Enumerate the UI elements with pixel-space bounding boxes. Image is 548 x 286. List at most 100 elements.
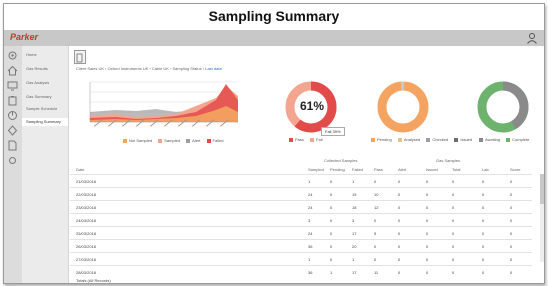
column-header[interactable]: Pending — [330, 167, 345, 172]
value-cell: 0 — [374, 179, 377, 184]
value-cell: 24 — [308, 231, 313, 236]
legend-label[interactable]: Alert — [192, 138, 200, 143]
shield-icon[interactable] — [7, 125, 18, 136]
column-header[interactable]: Pass — [374, 167, 383, 172]
area-chart-legend: Not Sampled Sampled Alert Failed — [118, 138, 223, 143]
value-cell: 0 — [426, 231, 429, 236]
legend-swatch — [371, 137, 375, 142]
completion-donut[interactable] — [476, 80, 530, 134]
legend-label[interactable]: Complete — [512, 137, 529, 142]
value-cell: 3 — [308, 218, 311, 223]
value-cell: 0 — [426, 244, 429, 249]
breadcrumb-item[interactable]: Sampling Status — [173, 66, 202, 71]
column-header[interactable]: Failed — [352, 167, 363, 172]
breadcrumb-item[interactable]: Cabin UK — [152, 66, 169, 71]
sidebar-item-sample-schedule[interactable]: Sample Schedule — [26, 106, 66, 111]
sidebar-item-home[interactable]: Home — [26, 52, 66, 57]
legend-label[interactable]: Pending — [377, 137, 392, 142]
clipboard-icon[interactable] — [7, 95, 18, 106]
chart-icon[interactable] — [7, 110, 18, 121]
value-cell: 0 — [330, 231, 333, 236]
value-cell: 0 — [452, 244, 455, 249]
gear-icon[interactable] — [7, 50, 18, 61]
legend-label[interactable]: Failed — [213, 138, 224, 143]
date-cell: 27/03/2018 — [76, 257, 97, 262]
legend-label[interactable]: Fail — [316, 137, 322, 142]
user-icon[interactable] — [526, 32, 538, 44]
report-button[interactable] — [74, 50, 86, 64]
monitor-icon[interactable] — [7, 80, 18, 91]
value-cell: 0 — [482, 205, 485, 210]
sidebar-item-gas-results[interactable]: Gas Results — [26, 66, 66, 71]
value-cell: 0 — [398, 192, 401, 197]
legend-label[interactable]: Awaiting — [485, 137, 500, 142]
value-cell: 0 — [330, 205, 333, 210]
value-cell: 0 — [452, 218, 455, 223]
settings-icon[interactable] — [7, 155, 18, 166]
column-header[interactable]: Score — [510, 167, 520, 172]
value-cell: 0 — [482, 231, 485, 236]
table-row[interactable]: 24/03/2018 3 0 3 0 0 0 0 0 0 — [70, 213, 532, 227]
donut-tooltip: Fail 39% — [321, 127, 345, 136]
table-row[interactable]: 25/03/2018 24 0 17 5 0 0 0 0 0 — [70, 226, 532, 240]
value-cell: 0 — [452, 231, 455, 236]
value-cell: 0 — [398, 257, 401, 262]
legend-label[interactable]: Issued — [460, 137, 472, 142]
sidebar-item-gas-analysis[interactable]: Gas Analysis — [26, 80, 66, 85]
legend-label[interactable]: Not Sampled — [129, 138, 152, 143]
date-cell: 24/03/2018 — [76, 218, 97, 223]
table-row[interactable]: 26/03/2018 36 0 20 0 0 0 0 0 0 — [70, 239, 532, 253]
home-icon[interactable] — [7, 65, 18, 76]
table-row[interactable]: 21/03/2018 1 0 1 0 0 0 0 0 0 — [70, 174, 532, 188]
value-cell: 18 — [352, 205, 357, 210]
value-cell: 36 — [308, 270, 313, 275]
value-cell: 1 — [308, 257, 311, 262]
column-header[interactable]: Date — [76, 167, 84, 172]
value-cell: 0 — [510, 244, 513, 249]
column-header[interactable]: Total — [452, 167, 460, 172]
brand-logo[interactable]: Parker — [10, 32, 38, 42]
legend-swatch — [426, 137, 431, 142]
document-icon[interactable] — [7, 140, 18, 151]
value-cell: 0 — [398, 218, 401, 223]
value-cell: 0 — [510, 231, 513, 236]
value-cell: 24 — [308, 205, 313, 210]
legend-label[interactable]: Sampled — [164, 138, 180, 143]
column-header[interactable]: Issued — [426, 167, 438, 172]
legend-label[interactable]: Pass — [295, 137, 304, 142]
title-bar: Sampling Summary — [4, 4, 544, 30]
column-header[interactable]: Alert — [398, 167, 406, 172]
column-header[interactable]: Lab — [482, 167, 489, 172]
breadcrumb-item[interactable]: Oxford Instruments UK — [108, 66, 149, 71]
legend-swatch — [158, 138, 163, 143]
value-cell: 10 — [374, 192, 379, 197]
value-cell: 24 — [308, 192, 313, 197]
table-row[interactable]: 27/03/2018 1 0 1 0 0 0 0 0 0 — [70, 252, 532, 266]
breadcrumb-item[interactable]: Client Sales UK — [76, 66, 104, 71]
legend-swatch — [310, 137, 315, 142]
value-cell: 0 — [398, 205, 401, 210]
breadcrumb: Client Sales UK › Oxford Instruments UK … — [76, 66, 222, 71]
sidebar-item-gas-summary[interactable]: Gas Summary — [26, 94, 66, 99]
legend-label[interactable]: Analysed — [404, 137, 420, 142]
sidebar-icon-strip — [4, 46, 22, 283]
quality-donut[interactable] — [376, 80, 430, 134]
table-row[interactable]: 22/03/2018 24 0 15 10 0 0 0 0 0 — [70, 187, 532, 201]
legend-label[interactable]: Checked — [432, 137, 448, 142]
scrollbar-thumb[interactable] — [540, 174, 544, 204]
date-cell: 26/03/2018 — [76, 244, 97, 249]
value-cell: 0 — [510, 205, 513, 210]
value-cell: 0 — [482, 192, 485, 197]
value-cell: 0 — [452, 257, 455, 262]
value-cell: 0 — [482, 244, 485, 249]
value-cell: 1 — [352, 257, 355, 262]
column-header[interactable]: Sampled — [308, 167, 324, 172]
sidebar: Home Gas Results Gas Analysis Gas Summar… — [4, 46, 69, 283]
sidebar-item-sampling-summary[interactable]: Sampling Summary — [22, 118, 68, 126]
breadcrumb-link[interactable]: Last data — [205, 66, 221, 71]
table-row[interactable]: 23/03/2018 24 0 18 12 0 0 0 0 0 — [70, 200, 532, 214]
table-scrollbar[interactable] — [540, 174, 544, 262]
value-cell: 0 — [482, 270, 485, 275]
table-row[interactable]: 28/03/2018 36 1 17 11 0 0 0 0 0 — [70, 265, 532, 279]
legend-swatch — [206, 138, 211, 143]
